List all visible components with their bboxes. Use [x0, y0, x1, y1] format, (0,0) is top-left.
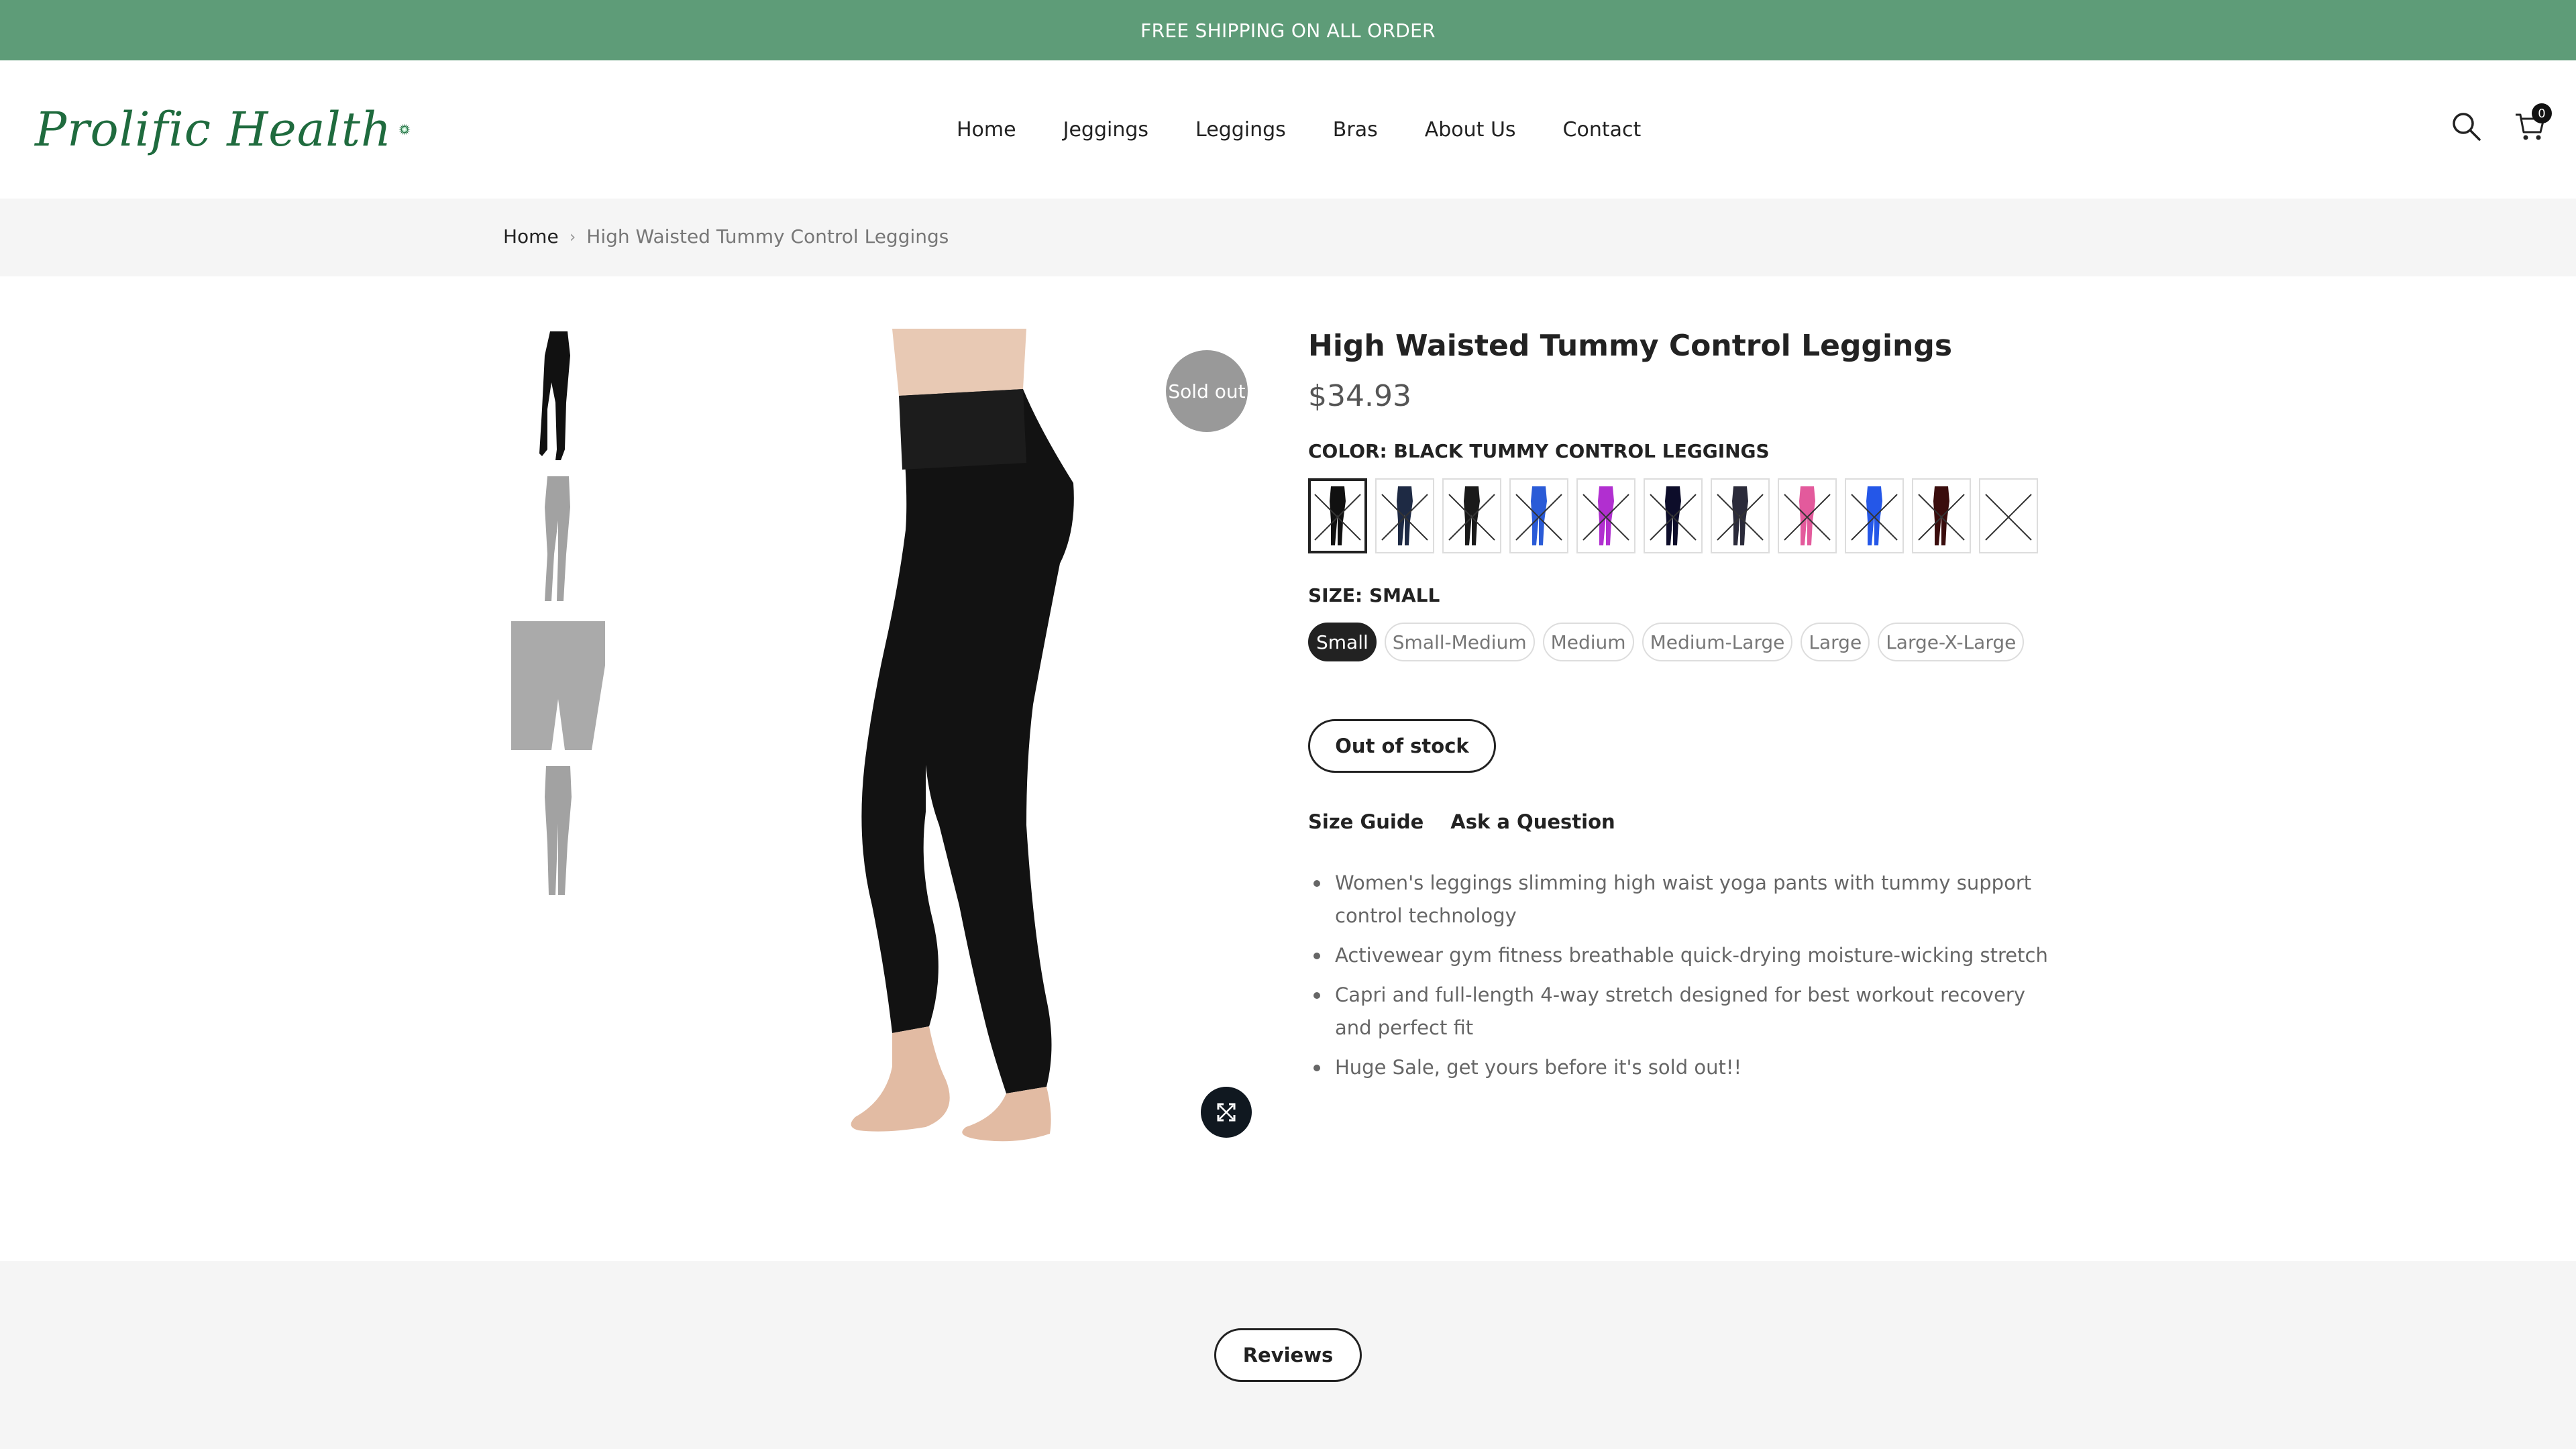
thumbnail-2[interactable] [504, 474, 612, 608]
lotus-logo-icon [398, 123, 411, 136]
reviews-button[interactable]: Reviews [1214, 1328, 1362, 1382]
header-actions: 0 [2447, 103, 2552, 145]
leggings-thumbnail-image [545, 476, 570, 601]
brand-logo[interactable]: Prolific Health [35, 67, 411, 192]
breadcrumb-home[interactable]: Home [503, 225, 559, 248]
product-thumbnails [504, 329, 612, 908]
color-swatch[interactable] [1845, 478, 1904, 553]
swatch-image [1582, 486, 1629, 545]
ask-question-link[interactable]: Ask a Question [1450, 810, 1615, 833]
color-swatch[interactable] [1778, 478, 1837, 553]
shorts-thumbnail-image [511, 621, 605, 750]
cart-count-badge: 0 [2532, 103, 2552, 123]
swatch-image [1985, 494, 2032, 541]
size-label: SIZE: SMALL [1308, 584, 1440, 606]
leggings-thumbnail-image [539, 331, 570, 460]
feature-item: Women's leggings slimming high waist yog… [1308, 867, 2059, 932]
size-guide-link[interactable]: Size Guide [1308, 810, 1424, 833]
nav-contact[interactable]: Contact [1563, 118, 1642, 142]
feature-item: Activewear gym fitness breathable quick-… [1308, 939, 2059, 972]
product-title: High Waisted Tummy Control Leggings [1308, 329, 1953, 363]
product-links: Size Guide Ask a Question [1308, 810, 2059, 833]
color-label: COLOR: BLACK TUMMY CONTROL LEGGINGS [1308, 440, 1770, 462]
swatch-image [1851, 486, 1898, 545]
main-product-image[interactable] [792, 329, 1261, 1154]
size-option-medium[interactable]: Medium [1542, 623, 1634, 661]
nav-about-us[interactable]: About Us [1425, 118, 1516, 142]
breadcrumb-separator: › [569, 227, 576, 246]
search-icon [2453, 113, 2481, 141]
leggings-thumbnail-image [545, 766, 572, 895]
site-header: Prolific Health Home Jeggings Leggings B… [0, 60, 2576, 199]
size-option-large-x-large[interactable]: Large-X-Large [1878, 623, 2025, 661]
swatch-image [1448, 486, 1495, 545]
size-option-small-medium[interactable]: Small-Medium [1384, 623, 1535, 661]
size-option-medium-large[interactable]: Medium-Large [1642, 623, 1793, 661]
color-swatch[interactable] [1979, 478, 2038, 553]
swatch-image [1650, 486, 1697, 545]
sold-out-badge: Sold out [1166, 350, 1248, 432]
nav-home[interactable]: Home [957, 118, 1016, 142]
breadcrumb: Home › High Waisted Tummy Control Leggin… [503, 225, 949, 248]
thumbnail-1[interactable] [504, 329, 612, 463]
brand-name: Prolific Health [35, 102, 392, 157]
color-swatch[interactable] [1509, 478, 1568, 553]
nav-leggings[interactable]: Leggings [1195, 118, 1286, 142]
breadcrumb-bar: Home › High Waisted Tummy Control Leggin… [0, 199, 2576, 276]
color-swatch[interactable] [1442, 478, 1501, 553]
main-nav: Home Jeggings Leggings Bras About Us Con… [957, 60, 1641, 199]
color-swatch[interactable] [1576, 478, 1635, 553]
color-swatches [1308, 478, 2059, 553]
color-swatch[interactable] [1644, 478, 1703, 553]
product-info: High Waisted Tummy Control Leggings $34.… [1308, 329, 2059, 1091]
size-option-large[interactable]: Large [1801, 623, 1870, 661]
thumbnail-4[interactable] [504, 763, 612, 898]
thumbnail-3[interactable] [504, 619, 612, 753]
swatch-image [1515, 486, 1562, 545]
swatch-image [1314, 486, 1361, 545]
nav-jeggings[interactable]: Jeggings [1063, 118, 1148, 142]
announcement-bar: FREE SHIPPING ON ALL ORDER [0, 0, 2576, 60]
color-swatch[interactable] [1711, 478, 1770, 553]
feature-item: Huge Sale, get yours before it's sold ou… [1308, 1051, 2059, 1084]
feature-item: Capri and full-length 4-way stretch desi… [1308, 979, 2059, 1044]
out-of-stock-button[interactable]: Out of stock [1308, 719, 1496, 773]
search-button[interactable] [2447, 107, 2485, 145]
swatch-image [1717, 486, 1764, 545]
color-swatch[interactable] [1375, 478, 1434, 553]
nav-bras[interactable]: Bras [1333, 118, 1378, 142]
swatch-image [1918, 486, 1965, 545]
cart-button[interactable]: 0 [2512, 103, 2552, 145]
zoom-button[interactable] [1201, 1087, 1252, 1138]
breadcrumb-current: High Waisted Tummy Control Leggings [586, 225, 949, 248]
size-option-small[interactable]: Small [1308, 623, 1377, 661]
leggings-product-image [851, 329, 1074, 1142]
swatch-image [1381, 486, 1428, 545]
product-price: $34.93 [1308, 379, 1411, 413]
product-features: Women's leggings slimming high waist yog… [1308, 867, 2059, 1084]
announcement-text: FREE SHIPPING ON ALL ORDER [1140, 19, 1436, 42]
color-swatch[interactable] [1912, 478, 1971, 553]
size-options: Small Small-Medium Medium Medium-Large L… [1308, 623, 2059, 661]
expand-icon [1217, 1103, 1236, 1122]
color-swatch[interactable] [1308, 478, 1367, 553]
swatch-image [1784, 486, 1831, 545]
